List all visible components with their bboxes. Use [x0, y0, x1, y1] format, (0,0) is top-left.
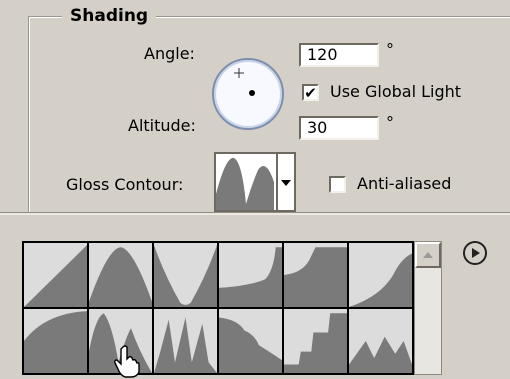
altitude-label: Altitude: — [128, 116, 196, 135]
contour-preset-linear[interactable] — [24, 243, 87, 307]
contour-preset-cove-shallow[interactable] — [219, 243, 282, 307]
angle-dial[interactable] — [212, 58, 284, 130]
altitude-input[interactable]: 30 — [299, 116, 379, 140]
contour-preset-gaussian[interactable] — [284, 243, 347, 307]
contour-preset-cove-deep[interactable] — [154, 243, 217, 307]
gaussian-contour-icon — [284, 247, 347, 307]
angle-label: Angle: — [144, 44, 195, 63]
contour-preset-rolling-slope[interactable] — [219, 309, 282, 373]
cove-deep-contour-icon — [154, 245, 217, 307]
contour-preset-rounded-steps[interactable] — [284, 309, 347, 373]
contour-dropdown-button[interactable] — [276, 154, 294, 210]
angle-degree-symbol: ° — [386, 40, 394, 59]
contour-preset-sawtooth[interactable] — [349, 309, 412, 373]
rolling-slope-contour-icon — [219, 317, 282, 373]
ring-contour-icon — [216, 157, 274, 210]
cone-contour-icon — [89, 247, 152, 307]
altitude-degree-symbol: ° — [386, 113, 394, 132]
contour-preset-ring[interactable] — [24, 309, 87, 373]
triangle-down-icon — [281, 180, 291, 186]
anti-aliased-label: Anti-aliased — [357, 174, 452, 193]
sawtooth-contour-icon — [349, 336, 412, 373]
linear-contour-icon — [24, 245, 87, 307]
contour-presets-grid — [22, 241, 414, 375]
ring-triple-contour-icon — [154, 317, 217, 373]
layer-style-shading-panel: Shading Angle: 120 ° ✔ Use Global Light … — [0, 0, 510, 213]
triangle-up-icon — [423, 252, 433, 258]
contour-preset-ring-triple[interactable] — [154, 309, 217, 373]
half-round-contour-icon — [349, 253, 412, 307]
use-global-light-label: Use Global Light — [330, 82, 462, 101]
play-circle-icon — [472, 248, 480, 258]
gloss-contour-picker[interactable] — [214, 152, 296, 212]
scroll-up-button[interactable] — [415, 242, 441, 268]
crosshair-icon — [234, 68, 255, 96]
gloss-contour-label: Gloss Contour: — [66, 175, 184, 194]
anti-aliased-checkbox[interactable] — [329, 176, 346, 193]
angle-input[interactable]: 120 — [299, 43, 379, 67]
hand-pointer-icon — [114, 345, 140, 378]
cove-shallow-contour-icon — [219, 247, 282, 307]
contour-picker-panel — [0, 215, 510, 378]
section-title: Shading — [62, 6, 157, 26]
ring-contour-icon — [24, 311, 87, 373]
use-global-light-checkbox[interactable]: ✔ — [302, 84, 319, 101]
contour-menu-button[interactable] — [463, 241, 487, 265]
rounded-steps-contour-icon — [284, 313, 347, 373]
contour-list-scrollbar[interactable] — [414, 241, 442, 375]
contour-preset-half-round[interactable] — [349, 243, 412, 307]
contour-preset-cone[interactable] — [89, 243, 152, 307]
